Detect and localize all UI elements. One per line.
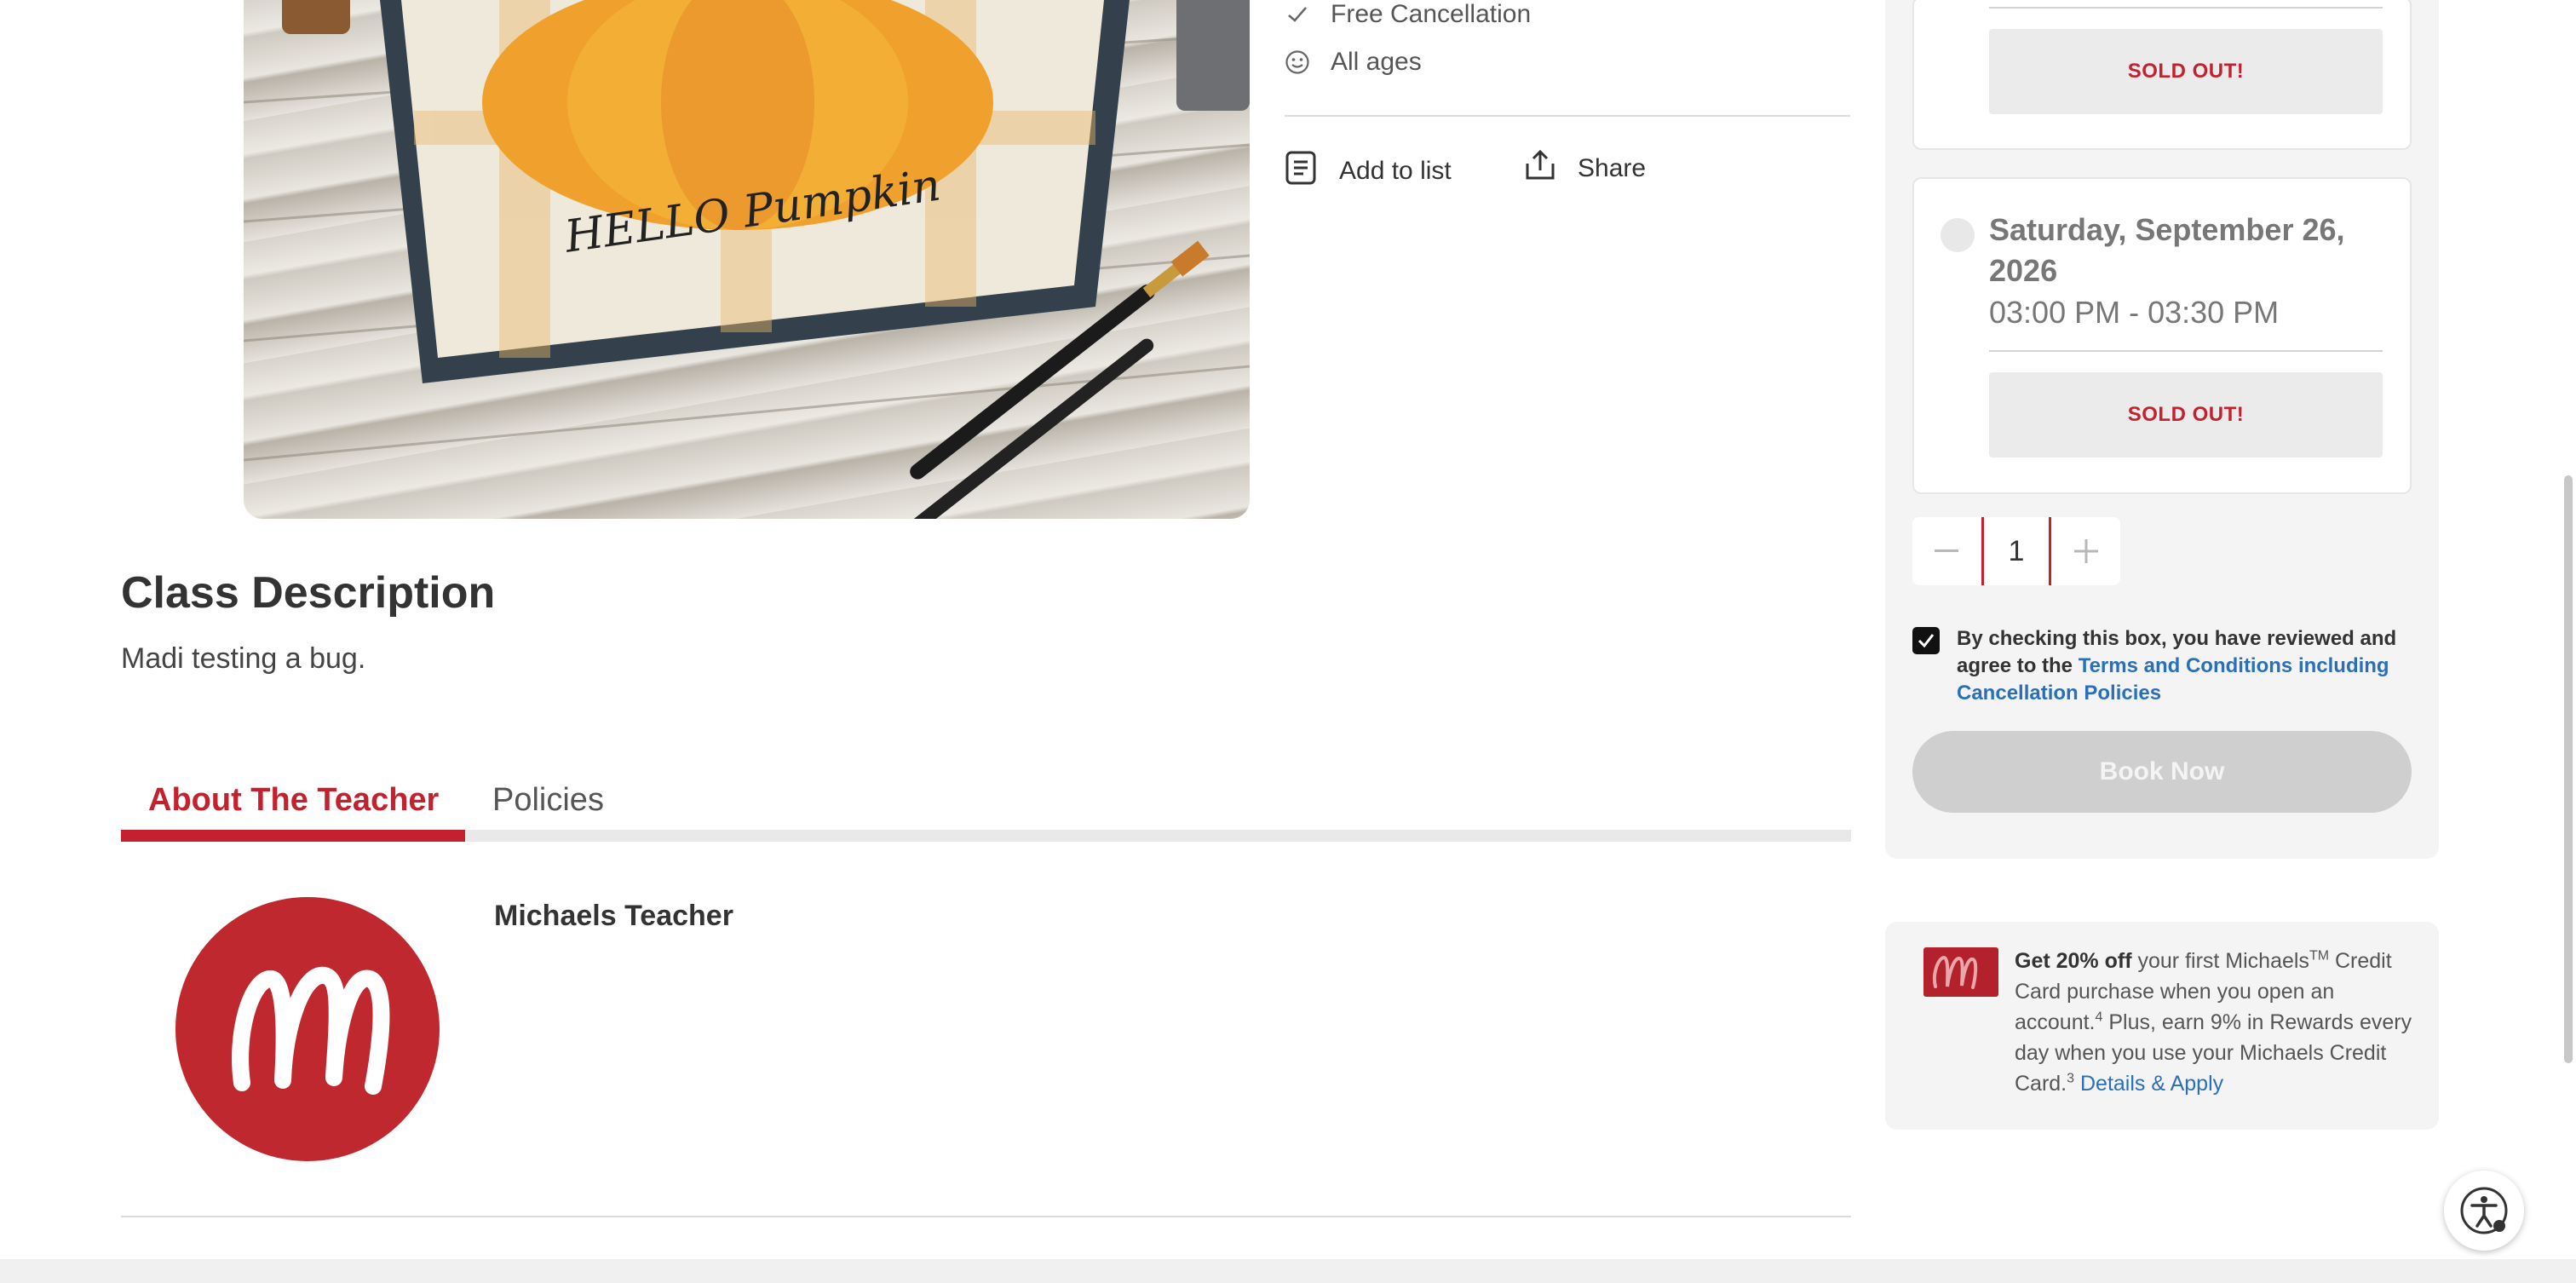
class-description-title: Class Description (121, 568, 496, 618)
credit-offer-text: Get 20% off your first MichaelsTM Credit… (2015, 946, 2415, 1099)
quantity-value[interactable]: 1 (1981, 517, 2051, 585)
session-time: 03:00 PM - 03:30 PM (1989, 295, 2280, 330)
footer-band (0, 1259, 2576, 1283)
pumpkin-painting-illustration: HELLO Pumpkin (244, 0, 1250, 519)
session-date: Saturday, September 26, 2026 (1989, 212, 2345, 288)
quantity-stepper: 1 (1912, 517, 2120, 585)
share-button[interactable]: Share (1525, 149, 1647, 187)
divider (1989, 350, 2383, 352)
credit-card-image (1923, 947, 1998, 997)
terms-checkbox[interactable] (1912, 627, 1940, 654)
tab-policies[interactable]: Policies (492, 782, 604, 819)
details-apply-link[interactable]: Details & Apply (2080, 1072, 2223, 1096)
feature-free-cancellation: Free Cancellation (1285, 0, 1531, 29)
decrease-quantity-button[interactable] (1912, 517, 1981, 585)
class-product-image: HELLO Pumpkin (244, 0, 1250, 519)
sold-out-button[interactable]: SOLD OUT! (1989, 29, 2383, 114)
minus-icon (1935, 549, 1958, 552)
tab-about-the-teacher[interactable]: About The Teacher (148, 782, 439, 819)
footnote-sup: 3 (2067, 1071, 2075, 1086)
divider (1989, 7, 2383, 9)
footnote-sup: 4 (2095, 1010, 2103, 1025)
list-icon (1285, 150, 1317, 193)
sold-out-button[interactable]: SOLD OUT! (1989, 372, 2383, 457)
divider (1285, 115, 1850, 117)
session-radio[interactable] (1941, 218, 1975, 252)
feature-label: Free Cancellation (1331, 0, 1532, 28)
teacher-avatar (175, 897, 440, 1161)
share-label: Share (1578, 154, 1647, 182)
increase-quantity-button[interactable] (2052, 517, 2120, 585)
book-now-button[interactable]: Book Now (1912, 731, 2412, 813)
checkmark-icon (1918, 634, 1935, 648)
terms-text: By checking this box, you have reviewed … (1957, 625, 2417, 707)
feature-label: All ages (1331, 48, 1422, 76)
add-to-list-label: Add to list (1339, 157, 1452, 185)
scrollbar[interactable] (2564, 475, 2573, 1063)
trademark-sup: TM (2309, 948, 2330, 964)
active-tab-indicator (121, 830, 465, 842)
feature-all-ages: All ages (1285, 48, 1422, 77)
share-icon (1525, 149, 1555, 187)
smiley-icon (1285, 49, 1310, 75)
accessibility-icon (2460, 1187, 2508, 1234)
teacher-name: Michaels Teacher (494, 900, 733, 932)
offer-text-part: your first Michaels (2137, 949, 2309, 973)
class-description-text: Madi testing a bug. (121, 642, 366, 675)
plus-icon (2074, 539, 2098, 563)
michaels-logo (232, 966, 390, 1095)
accessibility-button[interactable] (2444, 1171, 2524, 1251)
check-icon (1285, 2, 1310, 27)
add-to-list-button[interactable]: Add to list (1285, 150, 1452, 193)
divider (121, 1216, 1851, 1217)
offer-highlight: Get 20% off (2015, 949, 2132, 973)
